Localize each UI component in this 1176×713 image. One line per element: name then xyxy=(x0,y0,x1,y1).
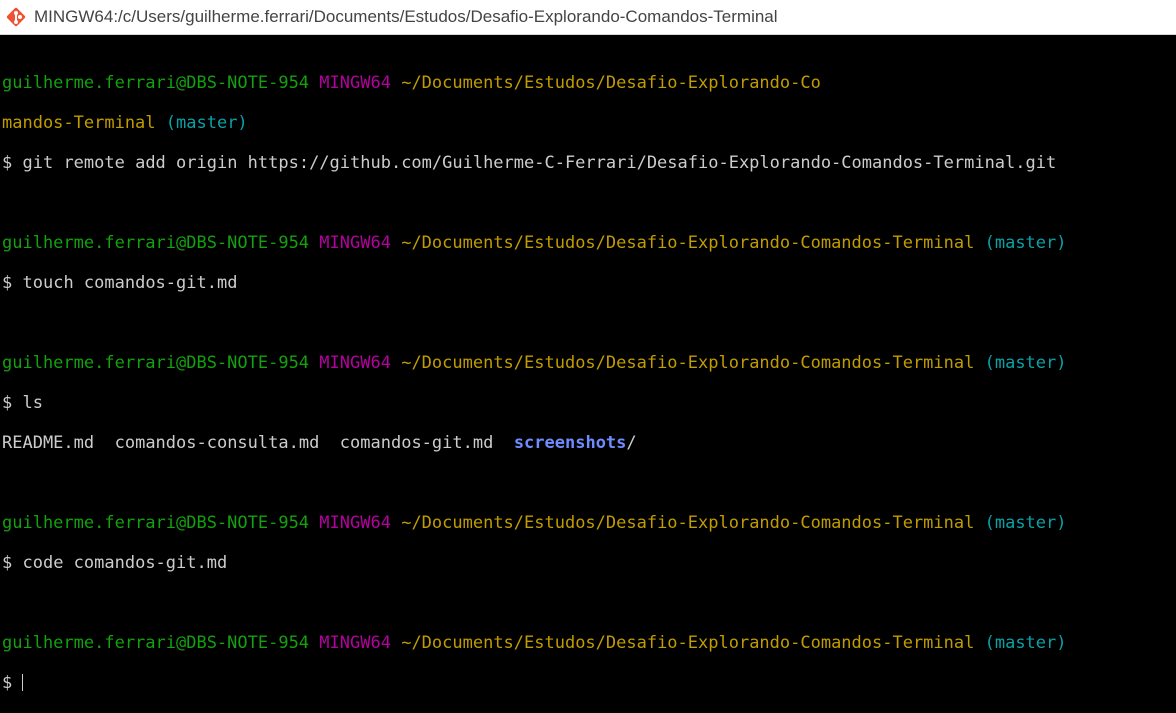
command-line: $ ls xyxy=(2,393,1176,413)
prompt-path: ~/Documents/Estudos/Desafio-Explorando-C… xyxy=(401,513,975,533)
input-line[interactable]: $ xyxy=(2,673,1176,693)
prompt-symbol: $ xyxy=(2,273,13,293)
prompt-line: guilherme.ferrari@DBS-NOTE-954 MINGW64 ~… xyxy=(2,73,1176,93)
prompt-user-host: guilherme.ferrari@DBS-NOTE-954 xyxy=(2,73,310,93)
prompt-line-wrap: mandos-Terminal (master) xyxy=(2,113,1176,133)
ls-file: comandos-consulta.md xyxy=(114,433,320,453)
prompt-symbol: $ xyxy=(2,553,13,573)
prompt-line: guilherme.ferrari@DBS-NOTE-954 MINGW64 ~… xyxy=(2,633,1176,653)
prompt-branch: (master) xyxy=(984,513,1067,533)
prompt-user-host: guilherme.ferrari@DBS-NOTE-954 xyxy=(2,513,310,533)
prompt-user-host: guilherme.ferrari@DBS-NOTE-954 xyxy=(2,353,310,373)
git-bash-icon xyxy=(6,7,26,27)
prompt-line: guilherme.ferrari@DBS-NOTE-954 MINGW64 ~… xyxy=(2,513,1176,533)
command-text: touch comandos-git.md xyxy=(22,273,238,293)
command-text: git remote add origin https://github.com… xyxy=(22,153,1057,173)
prompt-branch: (master) xyxy=(984,233,1067,253)
command-text: ls xyxy=(22,393,43,413)
ls-dir-suffix: / xyxy=(626,433,637,453)
command-text: code comandos-git.md xyxy=(22,553,228,573)
command-line: $ git remote add origin https://github.c… xyxy=(2,153,1176,173)
command-line: $ code comandos-git.md xyxy=(2,553,1176,573)
prompt-path-wrap: mandos-Terminal xyxy=(2,113,156,133)
prompt-symbol: $ xyxy=(2,153,13,173)
command-line: $ touch comandos-git.md xyxy=(2,273,1176,293)
prompt-branch: (master) xyxy=(984,353,1067,373)
prompt-symbol: $ xyxy=(2,393,13,413)
prompt-branch: (master) xyxy=(165,113,248,133)
prompt-path: ~/Documents/Estudos/Desafio-Explorando-C… xyxy=(401,233,975,253)
prompt-system: MINGW64 xyxy=(319,633,391,653)
title-bar[interactable]: MINGW64:/c/Users/guilherme.ferrari/Docum… xyxy=(0,0,1176,35)
window-title: MINGW64:/c/Users/guilherme.ferrari/Docum… xyxy=(34,7,778,26)
prompt-system: MINGW64 xyxy=(319,513,391,533)
prompt-system: MINGW64 xyxy=(319,353,391,373)
prompt-system: MINGW64 xyxy=(319,73,391,93)
text-cursor xyxy=(22,674,24,691)
ls-directory: screenshots xyxy=(513,433,627,453)
prompt-system: MINGW64 xyxy=(319,233,391,253)
ls-file: comandos-git.md xyxy=(339,433,494,453)
prompt-branch: (master) xyxy=(984,633,1067,653)
prompt-path: ~/Documents/Estudos/Desafio-Explorando-C… xyxy=(401,633,975,653)
prompt-symbol: $ xyxy=(2,673,13,693)
prompt-path: ~/Documents/Estudos/Desafio-Explorando-C… xyxy=(401,73,821,93)
prompt-path: ~/Documents/Estudos/Desafio-Explorando-C… xyxy=(401,353,975,373)
prompt-user-host: guilherme.ferrari@DBS-NOTE-954 xyxy=(2,233,310,253)
prompt-line: guilherme.ferrari@DBS-NOTE-954 MINGW64 ~… xyxy=(2,353,1176,373)
terminal-output[interactable]: guilherme.ferrari@DBS-NOTE-954 MINGW64 ~… xyxy=(0,35,1176,713)
ls-output: README.md comandos-consulta.md comandos-… xyxy=(2,433,1176,453)
prompt-user-host: guilherme.ferrari@DBS-NOTE-954 xyxy=(2,633,310,653)
ls-file: README.md xyxy=(2,433,95,453)
prompt-line: guilherme.ferrari@DBS-NOTE-954 MINGW64 ~… xyxy=(2,233,1176,253)
